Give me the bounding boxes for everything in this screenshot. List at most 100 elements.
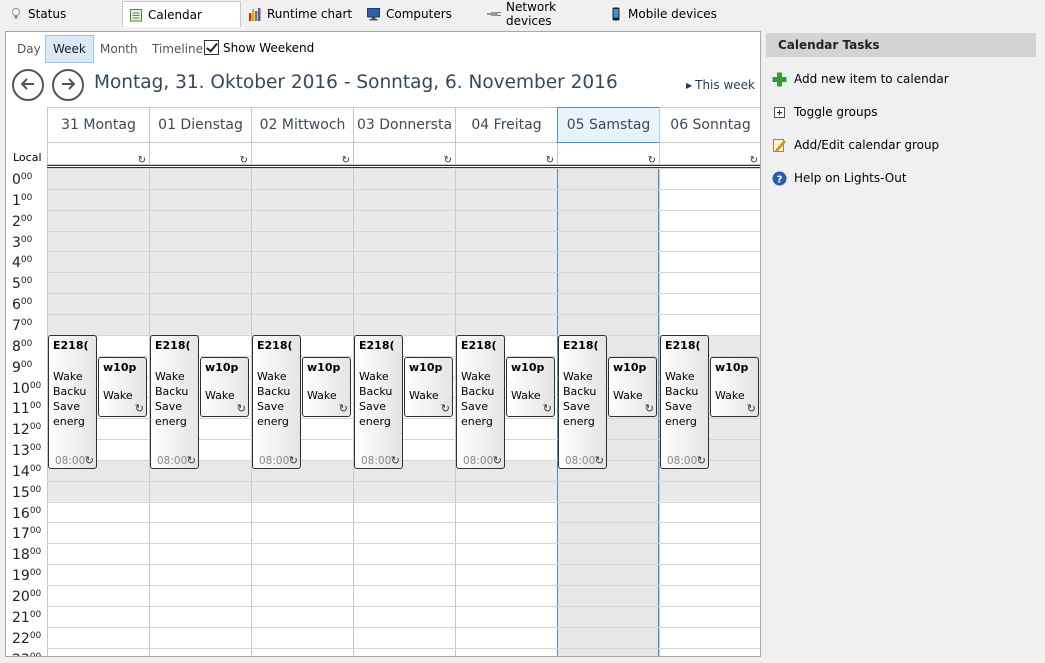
calendar-event[interactable]: E218(Wake Backu Save energ 08:00 ↻	[150, 334, 199, 470]
tab-status[interactable]: Status	[3, 1, 118, 27]
task-label: Toggle groups	[794, 105, 878, 119]
calendar-event[interactable]: w10p Wake ↻	[608, 356, 657, 418]
hour-gridline	[557, 480, 659, 482]
event-line: Backu	[563, 384, 597, 398]
hour-gridline	[353, 605, 455, 607]
event-line: Wake	[53, 369, 83, 383]
calendar-event[interactable]: E218(Wake Backu Save energ 08:00 ↻	[660, 334, 709, 470]
all-day-slot[interactable]: ↻	[659, 143, 760, 166]
hour-gridline	[149, 251, 251, 253]
day-header[interactable]: 31 Montag	[47, 107, 150, 143]
calendar-event[interactable]: E218(Wake Backu Save energ 08:00 ↻	[558, 334, 607, 470]
event-title: E218(	[461, 338, 497, 352]
tab-calendar[interactable]: Calendar	[122, 1, 241, 27]
hour-gridline	[251, 543, 353, 545]
week-grid: Local 000 100 200 300 400 500 600 700 800 900 1000…	[6, 107, 760, 656]
hour-label: 2200	[12, 628, 41, 647]
hour-label: 200	[12, 211, 32, 230]
calendar-event[interactable]: E218(Wake Backu Save energ 08:00 ↻	[252, 334, 301, 470]
tab-computers[interactable]: Computers	[361, 1, 479, 27]
day-header[interactable]: 05 Samstag	[557, 107, 660, 143]
hour-gridline	[557, 188, 659, 190]
event-line: energ	[563, 414, 595, 428]
tab-runtime-chart[interactable]: Runtime chart	[242, 1, 360, 27]
hour-gridline	[149, 543, 251, 545]
calendar-event[interactable]: w10p Wake ↻	[710, 356, 759, 418]
hour-number: 19	[12, 568, 30, 585]
timezone-label: Local	[13, 151, 42, 164]
calendar-event[interactable]: w10p Wake ↻	[302, 356, 351, 418]
show-weekend-checkbox[interactable]	[204, 40, 219, 55]
calendar-event[interactable]: w10p Wake ↻	[506, 356, 555, 418]
hour-gridline	[47, 272, 149, 274]
this-week-link[interactable]: This week	[686, 78, 755, 92]
add-edit-calendar-group-button[interactable]: Add/Edit calendar group	[772, 136, 939, 154]
hour-label: 500	[12, 273, 32, 292]
all-day-slot[interactable]: ↻	[251, 143, 354, 166]
day-header[interactable]: 04 Freitag	[455, 107, 558, 143]
hour-gridline	[659, 293, 760, 295]
recurrence-icon: ↻	[644, 402, 654, 416]
hour-gridline	[47, 585, 149, 586]
hour-gridline	[455, 543, 557, 545]
event-title: E218(	[563, 338, 599, 352]
help-button[interactable]: ? Help on Lights-Out	[772, 169, 907, 187]
toggle-groups-button[interactable]: Toggle groups	[772, 103, 878, 121]
hour-gridline	[47, 626, 149, 628]
day-header[interactable]: 03 Donnersta	[353, 107, 456, 143]
event-line: Save	[563, 399, 591, 413]
calendar-panel: Day Week Month Timeline Show Weekend Mon…	[5, 31, 761, 657]
calendar-event[interactable]: w10p Wake ↻	[404, 356, 453, 418]
view-timeline-button[interactable]: Timeline	[145, 35, 210, 63]
hour-gridline	[149, 605, 251, 607]
hour-gridline	[659, 168, 760, 169]
hour-label: 000	[12, 169, 32, 188]
calendar-event[interactable]: E218(Wake Backu Save energ 08:00 ↻	[48, 334, 97, 470]
event-title: w10p	[205, 360, 239, 374]
event-line: Save	[155, 399, 183, 413]
calendar-event[interactable]: w10p Wake ↻	[200, 356, 249, 418]
view-day-button[interactable]: Day	[10, 35, 48, 63]
all-day-slot[interactable]: ↻	[47, 143, 150, 166]
all-day-slot[interactable]: ↻	[557, 143, 660, 166]
event-time: 08:00	[463, 455, 494, 468]
hour-number: 14	[12, 463, 30, 480]
hour-gridline	[353, 209, 455, 211]
day-header[interactable]: 02 Mittwoch	[251, 107, 354, 143]
calendar-event[interactable]: w10p Wake ↻	[98, 356, 147, 418]
hour-label: 1300	[12, 440, 41, 459]
view-month-button[interactable]: Month	[93, 35, 145, 63]
all-day-slot[interactable]: ↻	[353, 143, 456, 166]
day-header[interactable]: 01 Dienstag	[149, 107, 252, 143]
hour-gridline	[251, 168, 353, 169]
all-day-slot[interactable]: ↻	[455, 143, 558, 166]
next-week-button[interactable]	[52, 69, 84, 101]
hour-minutes: 00	[29, 505, 42, 516]
event-line: Wake	[205, 388, 235, 402]
event-line: Save	[665, 399, 693, 413]
view-week-button[interactable]: Week	[45, 35, 94, 63]
task-label: Help on Lights-Out	[794, 171, 907, 185]
calendar-event[interactable]: E218(Wake Backu Save energ 08:00 ↻	[354, 334, 403, 470]
add-calendar-item-button[interactable]: Add new item to calendar	[772, 70, 949, 88]
hour-minutes: 00	[29, 526, 42, 537]
recurrence-icon: ↻	[440, 402, 450, 416]
hour-number: 4	[12, 255, 21, 272]
hour-gridline	[251, 188, 353, 190]
hour-gridline	[149, 313, 251, 315]
calendar-event[interactable]: E218(Wake Backu Save energ 08:00 ↻	[456, 334, 505, 470]
hour-gridline	[557, 543, 659, 545]
event-line: Wake	[563, 369, 593, 383]
event-line: Wake	[257, 369, 287, 383]
previous-week-button[interactable]	[12, 69, 44, 101]
hour-minutes: 00	[29, 547, 42, 558]
day-header[interactable]: 06 Sonntag	[659, 107, 760, 143]
hour-label: 900	[12, 357, 32, 376]
hour-gridline	[149, 293, 251, 295]
tab-mobile-devices[interactable]: Mobile devices	[603, 1, 721, 27]
all-day-slot[interactable]: ↻	[149, 143, 252, 166]
hour-gridline	[149, 230, 251, 232]
hour-gridline	[353, 522, 455, 524]
tab-network-devices[interactable]: Network devices	[481, 0, 599, 28]
hour-gridline	[455, 188, 557, 190]
